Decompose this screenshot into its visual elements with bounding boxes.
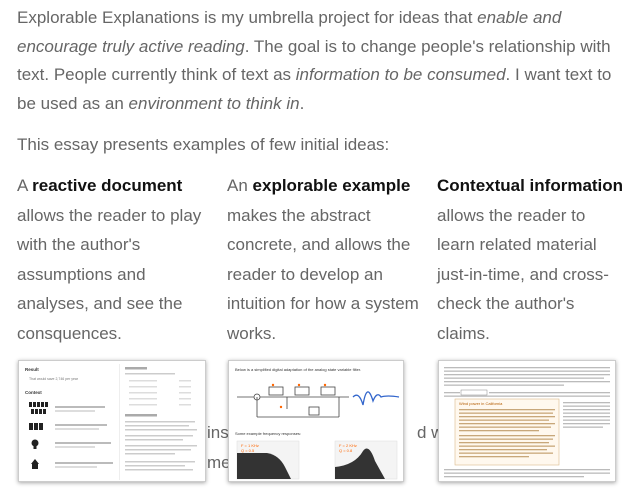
thumb-result-subtitle: That would save 2,746 per year [29,377,79,381]
lead-paragraph: This essay presents examples of few init… [17,135,390,154]
explorable-example-thumbnail[interactable]: Below is a simplified digital adaptation… [228,360,404,482]
thumb-popup-title: Wind power in California [459,401,503,406]
partial-text-a: ins [207,423,229,442]
thumb-filter-caption: Below is a simplified digital adaptation… [235,367,361,372]
column-term: Contextual information [437,176,624,195]
column-explorable-example: An explorable example makes the abstract… [227,171,422,348]
intro-emphasis-2: information to be consumed [295,65,506,84]
thumb-context-title: Context [25,390,42,395]
intro-text-1: Explorable Explanations is my umbrella p… [17,8,478,27]
intro-text-4: . [299,93,305,113]
contextual-information-preview: Wind power in California [444,367,610,478]
column-description: allows the reader to play with the autho… [17,205,202,343]
column-reactive-document: A reactive document allows the reader to… [17,171,212,348]
column-term: explorable example [252,176,411,195]
thumb-result-title: Result [25,367,39,372]
column-prefix: A [17,176,33,195]
thumb-frequency-caption: Some example frequency responses: [235,431,301,436]
column-term: reactive document [32,176,183,195]
thumb-q-label-1: Q = 0.5 [241,448,255,453]
column-description: makes the abstract concrete, and allows … [227,205,419,343]
column-prefix: An [227,176,253,195]
explorable-example-preview: Below is a simplified digital adaptation… [235,367,400,480]
thumb-q-label-2: Q = 0.8 [339,448,353,453]
contextual-information-thumbnail[interactable]: Wind power in California [438,360,616,482]
column-description: allows the reader to learn related mater… [437,205,609,343]
intro-paragraph: Explorable Explanations is my umbrella p… [17,4,625,118]
reactive-document-preview: Result That would save 2,746 per year Co… [25,364,197,480]
reactive-document-thumbnail[interactable]: Result That would save 2,746 per year Co… [18,360,206,482]
intro-emphasis-3: environment to think in [128,93,300,113]
column-contextual-information: Contextual information allows the reader… [437,171,627,348]
